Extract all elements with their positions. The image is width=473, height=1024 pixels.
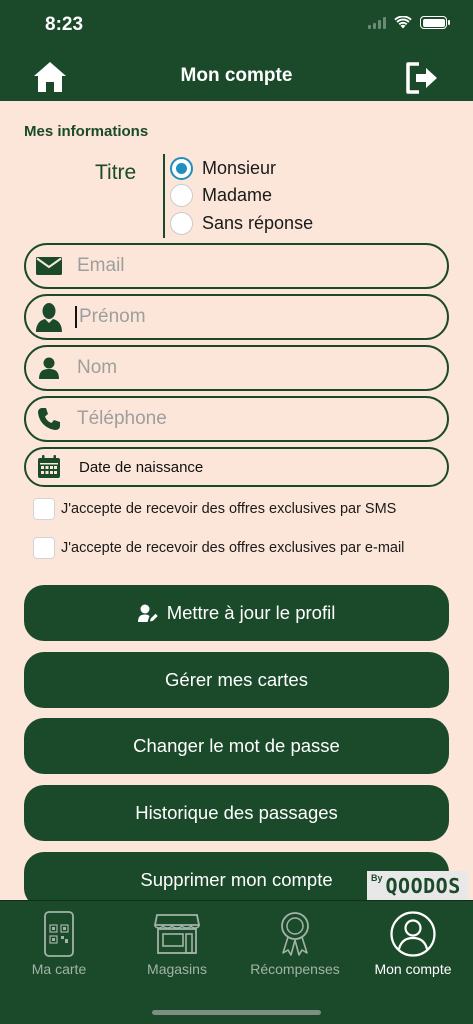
battery-icon	[420, 16, 450, 29]
tab-recompenses[interactable]: Récompenses	[236, 909, 354, 977]
app-header: 8:23 Mon compte	[0, 0, 473, 101]
person-bust-icon	[36, 303, 62, 332]
tab-label: Ma carte	[31, 961, 87, 977]
history-label: Historique des passages	[135, 802, 338, 823]
nom-field[interactable]: Nom	[24, 345, 449, 391]
user-edit-icon	[137, 604, 158, 622]
email-consent-label: J'accepte de recevoir des offres exclusi…	[61, 540, 405, 556]
email-placeholder: Email	[77, 255, 125, 276]
award-icon	[281, 912, 309, 956]
manage-cards-label: Gérer mes cartes	[165, 669, 308, 690]
tab-ma-carte[interactable]: Ma carte	[0, 909, 118, 977]
change-password-label: Changer le mot de passe	[133, 735, 340, 756]
radio-madame[interactable]: Madame	[170, 184, 272, 207]
logout-icon[interactable]	[404, 60, 440, 96]
email-consent[interactable]: J'accepte de recevoir des offres exclusi…	[33, 537, 404, 559]
birthdate-placeholder: Date de naissance	[79, 458, 204, 476]
radio-button[interactable]	[170, 184, 193, 207]
calendar-icon	[38, 455, 60, 478]
home-indicator	[152, 1010, 321, 1015]
prenom-field[interactable]: Prénom	[24, 294, 449, 340]
page-title: Mon compte	[180, 65, 293, 86]
delete-account-label: Supprimer mon compte	[140, 869, 333, 890]
brand-badge: By QOODOS	[367, 871, 468, 900]
radio-label: Sans réponse	[202, 213, 314, 233]
tab-magasins[interactable]: Magasins	[118, 909, 236, 977]
history-button[interactable]: Historique des passages	[24, 785, 449, 841]
change-password-button[interactable]: Changer le mot de passe	[24, 718, 449, 774]
email-field[interactable]: Email	[24, 243, 449, 289]
sms-consent[interactable]: J'accepte de recevoir des offres exclusi…	[33, 498, 396, 520]
titre-label: Titre	[95, 161, 137, 184]
status-icons	[368, 16, 450, 29]
section-title: Mes informations	[24, 123, 149, 140]
telephone-field[interactable]: Téléphone	[24, 396, 449, 442]
radio-label: Monsieur	[202, 158, 277, 178]
wifi-icon	[394, 16, 412, 29]
nom-placeholder: Nom	[77, 357, 118, 378]
radio-button[interactable]	[170, 212, 193, 235]
qr-card-icon	[44, 911, 74, 957]
brand-by: By	[371, 873, 383, 883]
tab-label: Récompenses	[250, 961, 340, 977]
tab-mon-compte[interactable]: Mon compte	[354, 909, 472, 977]
sms-consent-label: J'accepte de recevoir des offres exclusi…	[61, 501, 397, 517]
prenom-placeholder: Prénom	[75, 306, 146, 328]
store-icon	[154, 914, 200, 954]
account-icon	[390, 911, 436, 957]
radio-button-checked[interactable]	[170, 157, 193, 180]
radio-monsieur[interactable]: Monsieur	[170, 157, 276, 180]
sms-consent-checkbox[interactable]	[33, 498, 55, 520]
radio-label: Madame	[202, 185, 273, 205]
envelope-icon	[36, 257, 62, 275]
radio-sans-reponse[interactable]: Sans réponse	[170, 212, 313, 235]
phone-icon	[38, 408, 60, 430]
person-icon	[39, 357, 59, 379]
titre-divider	[163, 154, 165, 238]
email-consent-checkbox[interactable]	[33, 537, 55, 559]
tab-label: Magasins	[147, 961, 207, 977]
cellular-signal-icon	[368, 16, 386, 29]
tab-label: Mon compte	[374, 961, 452, 977]
birthdate-field[interactable]: Date de naissance	[24, 447, 449, 487]
update-profile-button[interactable]: Mettre à jour le profil	[24, 585, 449, 641]
brand-name: QOODOS	[385, 873, 461, 898]
tab-bar: Ma carte Magasins Récompenses Mon compte	[0, 900, 473, 1024]
status-time: 8:23	[45, 14, 84, 35]
update-profile-label: Mettre à jour le profil	[166, 602, 336, 623]
telephone-placeholder: Téléphone	[77, 408, 167, 429]
manage-cards-button[interactable]: Gérer mes cartes	[24, 652, 449, 708]
